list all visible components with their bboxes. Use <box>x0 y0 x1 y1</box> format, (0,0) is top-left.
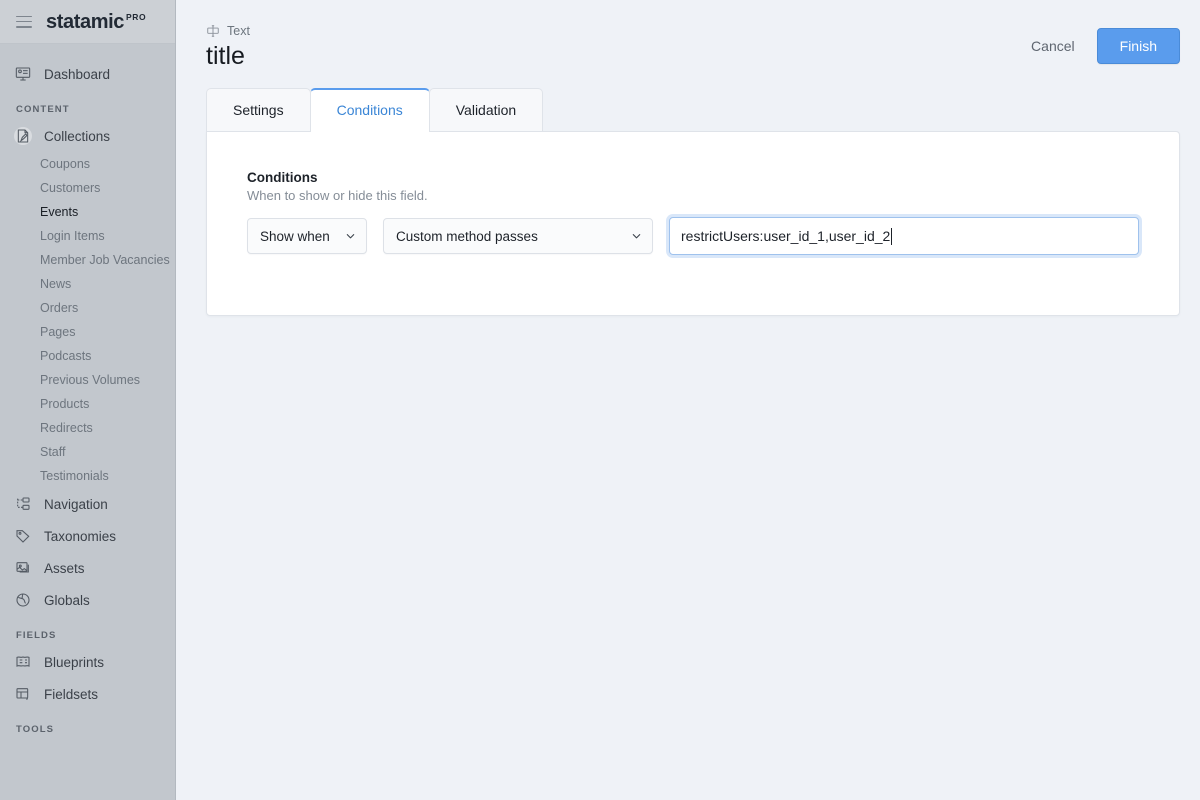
text-caret <box>891 227 893 245</box>
sidebar-item-label: Blueprints <box>44 654 105 670</box>
sidebar-subitem-news[interactable]: News <box>0 272 175 296</box>
sidebar-section-tools: TOOLS <box>16 724 55 735</box>
sidebar-subitem-staff[interactable]: Staff <box>0 440 175 464</box>
dashboard-icon <box>14 65 32 83</box>
chevron-down-icon <box>345 231 356 242</box>
sidebar-subitem-pages[interactable]: Pages <box>0 320 175 344</box>
sidebar-subitem-coupons[interactable]: Coupons <box>0 152 175 176</box>
sidebar-section-content: CONTENT <box>16 104 70 115</box>
sidebar-item-globals[interactable]: Globals <box>0 584 175 616</box>
sidebar-item-label: Navigation <box>44 496 108 512</box>
blueprints-icon <box>14 653 32 671</box>
sidebar-item-label: Dashboard <box>44 66 111 82</box>
globals-icon <box>14 591 32 609</box>
sidebar-item-assets[interactable]: Assets <box>0 552 175 584</box>
field-type-label: Text <box>227 24 250 38</box>
brand-logo[interactable]: statamic PRO <box>46 12 146 32</box>
sidebar-item-dashboard[interactable]: Dashboard <box>0 58 175 90</box>
sidebar-item-blueprints[interactable]: Blueprints <box>0 646 175 678</box>
sidebar-subitem-events[interactable]: Events <box>0 200 175 224</box>
sidebar-subitem-customers[interactable]: Customers <box>0 176 175 200</box>
condition-value-input[interactable]: restrictUsers:user_id_1,user_id_2 <box>669 217 1139 255</box>
tab-bar: Settings Conditions Validation <box>206 86 1180 132</box>
main-content: Text title Cancel Finish Settings Condit… <box>176 0 1200 800</box>
sidebar-subitem-redirects[interactable]: Redirects <box>0 416 175 440</box>
app-root: statamic PRO Dashboard CONTENT Collectio… <box>0 0 1200 800</box>
chevron-down-icon <box>631 231 642 242</box>
sidebar-nav: Dashboard CONTENT Collections Coupons Cu… <box>0 44 175 800</box>
condition-type-select-value: Custom method passes <box>396 228 538 244</box>
show-when-select-value: Show when <box>260 228 330 244</box>
conditions-panel: Conditions When to show or hide this fie… <box>206 131 1180 316</box>
sidebar-item-taxonomies[interactable]: Taxonomies <box>0 520 175 552</box>
tab-settings[interactable]: Settings <box>206 88 311 131</box>
sidebar-subitem-login-items[interactable]: Login Items <box>0 224 175 248</box>
page-title: title <box>206 42 245 70</box>
condition-value-text: restrictUsers:user_id_1,user_id_2 <box>681 228 891 244</box>
sidebar-section-fields: FIELDS <box>16 630 57 641</box>
sidebar-subitem-products[interactable]: Products <box>0 392 175 416</box>
show-when-select[interactable]: Show when <box>247 218 367 254</box>
fieldsets-icon <box>14 685 32 703</box>
text-field-icon <box>206 24 220 38</box>
sidebar: statamic PRO Dashboard CONTENT Collectio… <box>0 0 176 800</box>
page-header-left: Text title <box>206 20 250 71</box>
cancel-button[interactable]: Cancel <box>1027 32 1079 60</box>
tab-conditions[interactable]: Conditions <box>309 88 430 132</box>
finish-button[interactable]: Finish <box>1096 28 1180 64</box>
sidebar-subitem-previous-volumes[interactable]: Previous Volumes <box>0 368 175 392</box>
condition-row: Show when Custom method passes restrictU… <box>247 217 1139 255</box>
navigation-icon <box>14 495 32 513</box>
sidebar-item-label: Taxonomies <box>44 528 117 544</box>
sidebar-item-label: Globals <box>44 592 90 608</box>
sidebar-subitem-orders[interactable]: Orders <box>0 296 175 320</box>
sidebar-subitem-member-job-vacancies[interactable]: Member Job Vacancies <box>0 248 175 272</box>
sidebar-item-label: Assets <box>44 560 85 576</box>
taxonomies-icon <box>14 527 32 545</box>
sidebar-item-label: Collections <box>44 128 111 144</box>
field-type-row: Text <box>206 24 250 38</box>
assets-icon <box>14 559 32 577</box>
conditions-help-text: When to show or hide this field. <box>247 188 428 203</box>
sidebar-header: statamic PRO <box>0 0 175 44</box>
sidebar-item-fieldsets[interactable]: Fieldsets <box>0 678 175 710</box>
sidebar-subitem-testimonials[interactable]: Testimonials <box>0 464 175 488</box>
brand-badge: PRO <box>125 11 147 22</box>
sidebar-subitem-podcasts[interactable]: Podcasts <box>0 344 175 368</box>
conditions-label: Conditions <box>247 170 318 185</box>
collections-icon <box>14 127 32 145</box>
tab-validation[interactable]: Validation <box>428 88 544 131</box>
sidebar-item-collections[interactable]: Collections <box>0 120 175 152</box>
sidebar-item-label: Fieldsets <box>44 686 99 702</box>
brand-name: statamic <box>46 10 124 33</box>
page-header: Text title Cancel Finish <box>206 20 1180 86</box>
page-header-actions: Cancel Finish <box>1027 20 1180 64</box>
hamburger-icon[interactable] <box>16 15 32 28</box>
condition-type-select[interactable]: Custom method passes <box>383 218 653 254</box>
sidebar-item-navigation[interactable]: Navigation <box>0 488 175 520</box>
